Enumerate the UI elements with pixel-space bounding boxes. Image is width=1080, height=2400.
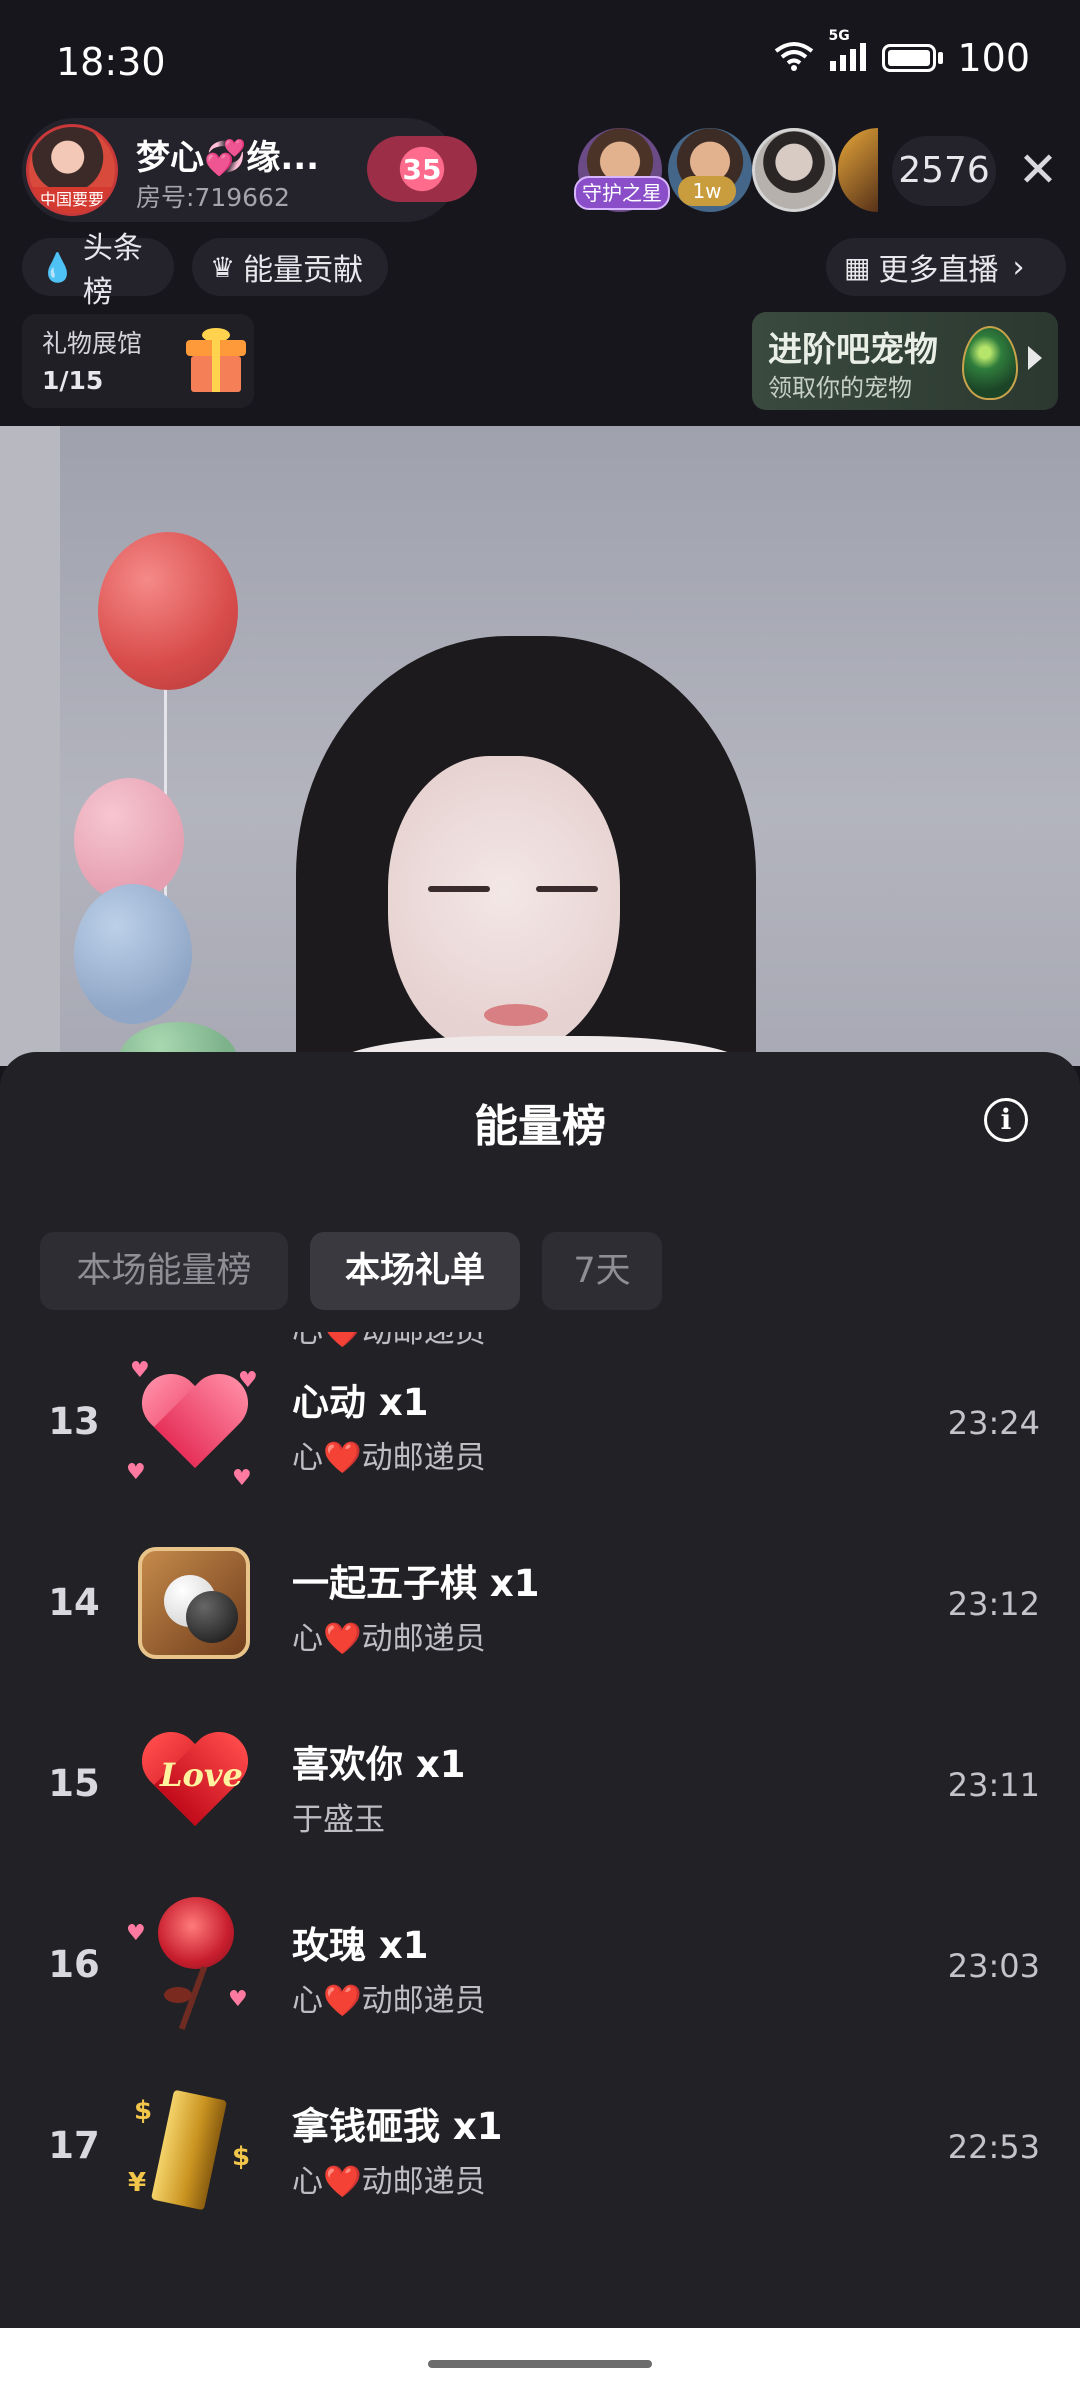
more-live-label: 更多直播 [878, 253, 999, 288]
gold-bar-gift-icon: $ ¥ $ [120, 2072, 268, 2220]
contribution-tag: 1w [678, 176, 736, 206]
home-bar [0, 2328, 1080, 2400]
viewer-avatar[interactable] [752, 128, 836, 212]
rank-number: 15 [48, 1762, 100, 1805]
gift-sender: 心❤️动邮递员 [292, 1621, 486, 1657]
gift-sender: 心❤️动邮递员 [292, 1440, 486, 1476]
live-video[interactable] [0, 426, 1080, 1066]
host-avatar[interactable]: 中国要要 [26, 124, 118, 216]
headline-rank-label: 头条榜 [82, 231, 143, 310]
play-arrow-icon [1028, 346, 1042, 370]
list-item[interactable]: 17 $ ¥ $ 拿钱砸我 x1 心❤️动邮递员 22:53 [0, 2056, 1080, 2236]
battery-icon [882, 44, 937, 72]
gift-hall-count: 1/15 [42, 366, 104, 395]
gift-name: 心动 x1 [292, 1381, 429, 1424]
info-icon[interactable]: i [984, 1098, 1028, 1142]
pet-banner-subtitle: 领取你的宠物 [768, 374, 912, 402]
balloon [74, 884, 192, 1024]
pet-promo-banner[interactable]: 进阶吧宠物 领取你的宠物 [752, 312, 1058, 410]
host-room-number: 房号:719662 [136, 183, 290, 212]
list-item[interactable]: 13 ♥ ♥ ♥ ♥ 心动 x1 心❤️动邮递员 23:24 [0, 1332, 1080, 1512]
viewer-count[interactable]: 2576 [892, 136, 996, 206]
gift-hall-button[interactable]: 礼物展馆 1/15 [22, 314, 254, 408]
gift-name: 喜欢你 x1 [292, 1743, 466, 1786]
gift-hall-label: 礼物展馆 [42, 329, 143, 358]
host-name: 梦心💞缘... [136, 138, 320, 178]
status-bar: 18:30 5G 100 [0, 0, 1080, 120]
network-type: 5G [828, 28, 850, 44]
host-card[interactable]: 中国要要 梦心💞缘... 房号:719662 35 [22, 118, 477, 222]
gift-sender: 心❤️动邮递员 [292, 1983, 486, 2019]
crown-icon: ♛ [210, 250, 236, 284]
gift-box-icon [186, 328, 246, 392]
rank-number: 13 [48, 1400, 100, 1443]
gift-time: 23:03 [947, 1947, 1040, 1985]
heart-gift-icon: ♥ ♥ ♥ ♥ [126, 1358, 258, 1491]
rank-number: 17 [48, 2124, 100, 2167]
balloon [98, 532, 238, 690]
home-indicator[interactable] [428, 2360, 652, 2368]
gift-sender: 于盛玉 [292, 1802, 385, 1838]
energy-contribution-button[interactable]: ♛ 能量贡献 [192, 238, 388, 296]
energy-rank-sheet: 能量榜 i 本场能量榜 本场礼单 7天 心❤️动邮递员 13 ♥ ♥ ♥ ♥ 心… [0, 1052, 1080, 2400]
avatar-badge: 中国要要 [29, 187, 115, 213]
gift-name: 拿钱砸我 x1 [292, 2105, 503, 2148]
grid-icon: ▦ [844, 250, 871, 284]
close-icon[interactable]: ✕ [1010, 142, 1066, 198]
rose-gift-icon: ♥ ♥ [120, 1891, 268, 2039]
fan-level-badge[interactable]: 35 [367, 136, 477, 202]
viewer-avatar[interactable] [838, 128, 878, 212]
love-heart-gift-icon: Love [120, 1710, 268, 1858]
more-live-button[interactable]: ▦ 更多直播 › [826, 238, 1066, 296]
gift-name: 玫瑰 x1 [292, 1924, 429, 1967]
guard-star-tag: 守护之星 [574, 176, 670, 210]
tab-7-days[interactable]: 7天 [542, 1232, 662, 1310]
gift-time: 23:24 [947, 1404, 1040, 1442]
status-time: 18:30 [56, 40, 166, 84]
pet-egg-icon [962, 326, 1018, 400]
list-item[interactable]: 16 ♥ ♥ 玫瑰 x1 心❤️动邮递员 23:03 [0, 1875, 1080, 2055]
battery-cap [938, 52, 944, 64]
rank-number: 14 [48, 1581, 100, 1624]
chevron-right-icon: › [1012, 249, 1025, 285]
rank-number: 16 [48, 1943, 100, 1986]
gift-sender: 心❤️动邮递员 [292, 2164, 486, 2200]
tab-session-gift-list[interactable]: 本场礼单 [310, 1232, 520, 1310]
battery-level: 100 [957, 36, 1030, 80]
headline-rank-button[interactable]: 💧 头条榜 [22, 231, 174, 310]
gift-time: 23:12 [947, 1585, 1040, 1623]
list-item[interactable]: 15 Love 喜欢你 x1 于盛玉 23:11 [0, 1694, 1080, 1874]
gift-name: 一起五子棋 x1 [292, 1562, 540, 1605]
gomoku-gift-icon [120, 1529, 268, 1677]
list-item[interactable]: 14 一起五子棋 x1 心❤️动邮递员 23:12 [0, 1513, 1080, 1693]
cellular-signal-icon: 5G [828, 28, 868, 80]
wifi-icon [774, 36, 814, 80]
gift-list[interactable]: 心❤️动邮递员 13 ♥ ♥ ♥ ♥ 心动 x1 心❤️动邮递员 23:24 1… [0, 1332, 1080, 2372]
gift-time: 23:11 [947, 1766, 1040, 1804]
status-icons: 5G 100 [774, 28, 1030, 80]
energy-contribution-label: 能量贡献 [243, 253, 364, 288]
tab-session-energy-rank[interactable]: 本场能量榜 [40, 1232, 288, 1310]
sheet-title: 能量榜 [474, 1101, 606, 1152]
flame-icon: 💧 [40, 250, 75, 284]
gift-time: 22:53 [947, 2128, 1040, 2166]
pet-banner-title: 进阶吧宠物 [768, 330, 938, 370]
